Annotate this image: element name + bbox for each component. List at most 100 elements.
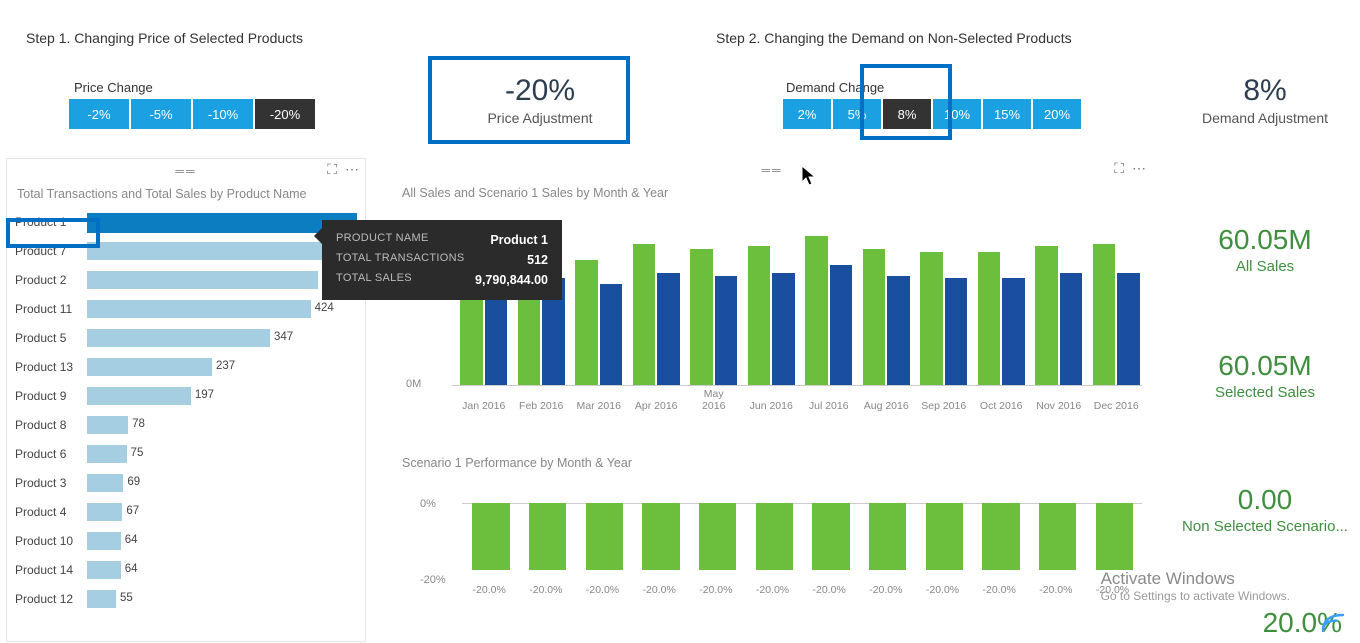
price-change-label: Price Change xyxy=(74,80,153,95)
bar-all-sales[interactable] xyxy=(575,260,597,385)
product-row[interactable]: Product 1064 xyxy=(15,526,357,555)
perf-y1: -20% xyxy=(420,574,446,586)
bar-all-sales[interactable] xyxy=(1035,246,1057,385)
perf-data-label: -20.0% xyxy=(692,584,740,596)
bar-all-sales[interactable] xyxy=(748,246,770,385)
product-row[interactable]: Product 878 xyxy=(15,410,357,439)
price-slicer: -2% -5% -10% -20% xyxy=(68,98,316,130)
demand-option-2[interactable]: 8% xyxy=(882,98,932,130)
perf-bar[interactable] xyxy=(812,503,849,571)
kpi-all-sales-value: 60.05M xyxy=(1180,224,1350,256)
perf-bar[interactable] xyxy=(1039,503,1076,571)
product-row[interactable]: Product 369 xyxy=(15,468,357,497)
perf-bar[interactable] xyxy=(1096,503,1133,571)
month-group: Nov 2016 xyxy=(1035,246,1082,385)
y-axis-0m: 0M xyxy=(406,378,421,390)
bar-scenario-sales[interactable] xyxy=(772,273,794,385)
kpi-demand-value: 8% xyxy=(1180,74,1350,108)
perf-bar[interactable] xyxy=(699,503,736,571)
more-options-icon[interactable]: ⋯ xyxy=(1132,160,1146,177)
product-row[interactable]: Product 7460 xyxy=(15,236,357,265)
product-row[interactable]: Product 13237 xyxy=(15,352,357,381)
bar-all-sales[interactable] xyxy=(1093,244,1115,385)
product-row[interactable]: Product 1464 xyxy=(15,555,357,584)
demand-option-0[interactable]: 2% xyxy=(782,98,832,130)
bar-scenario-sales[interactable] xyxy=(830,265,852,385)
watermark-line1: Activate Windows xyxy=(1101,569,1235,588)
product-name: Product 1 xyxy=(15,215,87,229)
perf-bar[interactable] xyxy=(529,503,566,571)
kpi-non-sel-label: Non Selected Scenario... xyxy=(1172,518,1358,535)
bar-scenario-sales[interactable] xyxy=(945,278,967,385)
kpi-non-sel: 0.00 Non Selected Scenario... xyxy=(1172,484,1358,535)
product-row[interactable]: Product 467 xyxy=(15,497,357,526)
demand-option-5[interactable]: 20% xyxy=(1032,98,1082,130)
focus-mode-icon[interactable]: ⛶ xyxy=(1114,160,1124,177)
product-row[interactable]: Product 1 xyxy=(15,207,357,236)
demand-option-4[interactable]: 15% xyxy=(982,98,1032,130)
bar-all-sales[interactable] xyxy=(920,252,942,385)
kpi-price-label: Price Adjustment xyxy=(440,110,640,126)
perf-bar[interactable] xyxy=(586,503,623,571)
month-group: Sep 2016 xyxy=(920,252,967,385)
bar-all-sales[interactable] xyxy=(978,252,1000,385)
bar-scenario-sales[interactable] xyxy=(1060,273,1082,385)
month-group: May2016 xyxy=(690,249,737,385)
bar-scenario-sales[interactable] xyxy=(657,273,679,385)
monthly-title: All Sales and Scenario 1 Sales by Month … xyxy=(392,182,1152,206)
perf-bar[interactable] xyxy=(756,503,793,571)
kpi-sel-sales-label: Selected Sales xyxy=(1180,384,1350,401)
bar-all-sales[interactable] xyxy=(863,249,885,385)
price-option-0[interactable]: -2% xyxy=(68,98,130,130)
perf-data-label: -20.0% xyxy=(522,584,570,596)
bar-all-sales[interactable] xyxy=(633,244,655,385)
product-name: Product 9 xyxy=(15,389,87,403)
perf-bar[interactable] xyxy=(982,503,1019,571)
product-name: Product 7 xyxy=(15,244,87,258)
perf-title: Scenario 1 Performance by Month & Year xyxy=(392,448,1152,476)
product-row[interactable]: Product 5347 xyxy=(15,323,357,352)
focus-mode-icon[interactable]: ⛶ xyxy=(327,161,337,178)
bar-scenario-sales[interactable] xyxy=(1117,273,1139,385)
drag-grip-icon[interactable]: ══ xyxy=(175,164,196,178)
perf-bar[interactable] xyxy=(869,503,906,571)
bar-scenario-sales[interactable] xyxy=(1002,278,1024,385)
bar-scenario-sales[interactable] xyxy=(887,276,909,385)
product-row[interactable]: Product 11424 xyxy=(15,294,357,323)
price-option-1[interactable]: -5% xyxy=(130,98,192,130)
price-option-3[interactable]: -20% xyxy=(254,98,316,130)
perf-bar[interactable] xyxy=(472,503,509,571)
perf-bar[interactable] xyxy=(926,503,963,571)
product-name: Product 2 xyxy=(15,273,87,287)
product-row[interactable]: Product 9197 xyxy=(15,381,357,410)
bar-scenario-sales[interactable] xyxy=(600,284,622,385)
more-options-icon[interactable]: ⋯ xyxy=(345,161,359,178)
tt-k0: PRODUCT NAME xyxy=(336,230,429,250)
perf-data-label: -20.0% xyxy=(579,584,627,596)
kpi-non-sel-value: 0.00 xyxy=(1172,484,1358,516)
product-name: Product 4 xyxy=(15,505,87,519)
bar-all-sales[interactable] xyxy=(805,236,827,385)
demand-option-3[interactable]: 10% xyxy=(932,98,982,130)
perf-visual[interactable]: Scenario 1 Performance by Month & Year 0… xyxy=(392,448,1152,638)
product-name: Product 8 xyxy=(15,418,87,432)
price-option-2[interactable]: -10% xyxy=(192,98,254,130)
tooltip: PRODUCT NAMEProduct 1 TOTAL TRANSACTIONS… xyxy=(322,220,562,300)
bar-scenario-sales[interactable] xyxy=(715,276,737,385)
perf-bar[interactable] xyxy=(642,503,679,571)
product-row[interactable]: Product 1255 xyxy=(15,584,357,613)
perf-data-label: -20.0% xyxy=(1032,584,1080,596)
demand-option-1[interactable]: 5% xyxy=(832,98,882,130)
perf-data-label: -20.0% xyxy=(805,584,853,596)
drag-grip-icon[interactable]: ══ xyxy=(761,163,782,177)
month-group: Mar 2016 xyxy=(575,260,622,385)
month-group: Apr 2016 xyxy=(633,244,680,385)
subscribe-icon[interactable] xyxy=(1318,611,1352,635)
visual-header2: ══ ⛶ ⋯ xyxy=(392,158,1152,182)
product-name: Product 13 xyxy=(15,360,87,374)
product-row[interactable]: Product 2438 xyxy=(15,265,357,294)
product-row[interactable]: Product 675 xyxy=(15,439,357,468)
bar-all-sales[interactable] xyxy=(690,249,712,385)
product-visual[interactable]: ══ ⛶ ⋯ Total Transactions and Total Sale… xyxy=(6,158,366,642)
kpi-all-sales-label: All Sales xyxy=(1180,258,1350,275)
